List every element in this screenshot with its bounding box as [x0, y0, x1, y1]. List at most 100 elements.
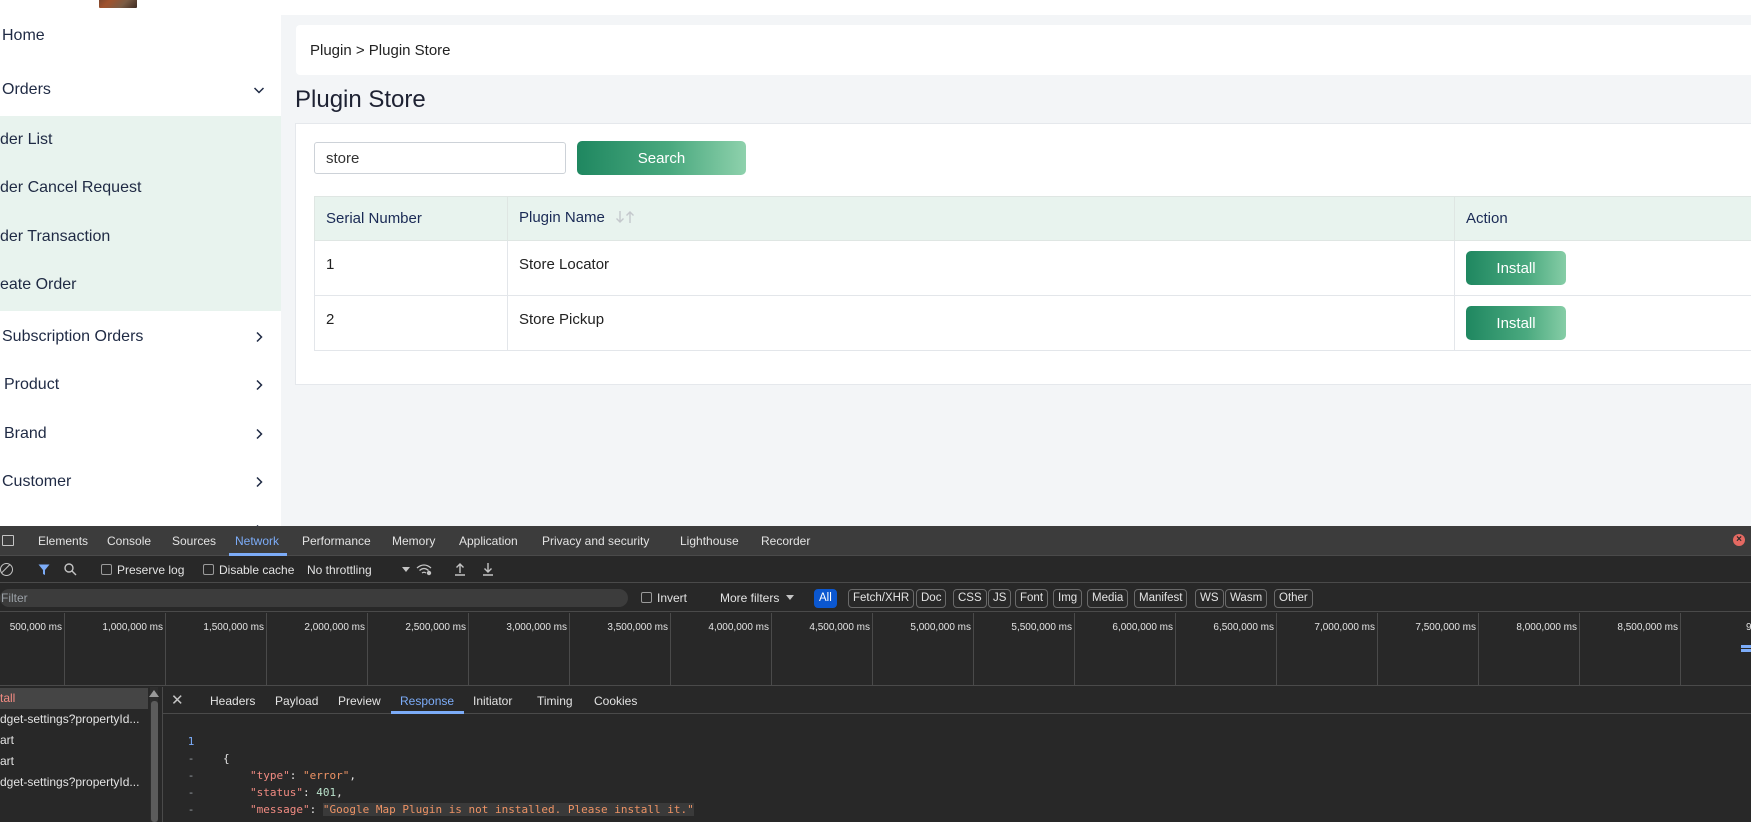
sidebar-item-label: Home	[2, 27, 45, 44]
type-filter-js[interactable]: JS	[988, 589, 1012, 608]
json-key: "message"	[250, 803, 310, 816]
tab-recorder[interactable]: Recorder	[761, 534, 810, 548]
breadcrumb-text: Plugin > Plugin Store	[310, 41, 451, 59]
chevron-down-icon	[252, 83, 266, 97]
timeline-tick-label: 5,500,000 ms	[1011, 622, 1072, 633]
tab-memory[interactable]: Memory	[392, 534, 435, 548]
tab-elements[interactable]: Elements	[38, 534, 88, 548]
request-row[interactable]: art	[0, 730, 148, 751]
column-header-plugin-name[interactable]: Plugin Name	[507, 196, 1455, 241]
json-number: 401	[316, 786, 337, 799]
install-button[interactable]: Install	[1466, 251, 1566, 285]
tab-cookies[interactable]: Cookies	[594, 694, 637, 708]
tab-performance[interactable]: Performance	[302, 534, 371, 548]
tab-timing[interactable]: Timing	[537, 694, 573, 708]
more-filters-label: More filters	[720, 591, 780, 605]
sidebar-item-subscription-orders[interactable]: Subscription Orders	[0, 315, 281, 359]
sidebar-item-brand[interactable]: Brand	[0, 412, 281, 456]
type-filter-media[interactable]: Media	[1087, 589, 1129, 608]
type-filter-doc[interactable]: Doc	[916, 589, 947, 608]
type-filter-font[interactable]: Font	[1015, 589, 1049, 608]
cell-plugin-name: Store Pickup	[507, 295, 1455, 351]
preserve-log-checkbox[interactable]: Preserve log	[101, 563, 184, 577]
timeline-tick-label: 1,000,000 ms	[102, 622, 163, 633]
table-row: 2 Store Pickup Install	[314, 295, 1751, 351]
search-icon[interactable]	[64, 563, 77, 579]
tab-preview[interactable]: Preview	[338, 694, 381, 708]
detail-tab-bar: ✕ Headers Payload Preview Response Initi…	[163, 687, 1751, 714]
type-filter-fetch-xhr[interactable]: Fetch/XHR	[848, 589, 915, 608]
sidebar-item-orders[interactable]: Orders	[0, 68, 281, 112]
request-row[interactable]: dget-settings?propertyId...	[0, 772, 148, 793]
scroll-up-arrow-icon[interactable]	[149, 690, 159, 697]
timeline-tick-label: 6,500,000 ms	[1213, 622, 1274, 633]
column-header-action: Action	[1454, 196, 1751, 241]
request-row[interactable]: tall	[0, 688, 148, 709]
scrollbar-thumb[interactable]	[151, 701, 158, 822]
sidebar-item-customer[interactable]: Customer	[0, 460, 281, 504]
line-number: -	[187, 803, 195, 816]
search-input[interactable]	[314, 142, 566, 174]
device-toolbar-icon[interactable]	[2, 535, 14, 546]
tab-console[interactable]: Console	[107, 534, 151, 548]
sidebar-item-product[interactable]: Product	[0, 363, 281, 407]
filter-bar: Filter Invert More filters All Fetch/XHR…	[0, 584, 1751, 612]
clear-icon[interactable]	[0, 563, 13, 576]
sidebar-item-more[interactable]	[0, 508, 281, 526]
timeline-request-marker	[1741, 645, 1751, 648]
chevron-right-icon	[252, 427, 266, 441]
timeline-grid-line	[872, 613, 873, 686]
export-har-icon[interactable]	[482, 562, 494, 579]
tab-lighthouse[interactable]: Lighthouse	[680, 534, 739, 548]
filter-input[interactable]: Filter	[0, 589, 628, 607]
dropdown-arrow-icon	[401, 567, 410, 572]
request-detail-panel: ✕ Headers Payload Preview Response Initi…	[162, 687, 1751, 822]
import-har-icon[interactable]	[454, 562, 466, 579]
network-timeline[interactable]: 500,000 ms 1,000,000 ms 1,500,000 ms 2,000,…	[0, 613, 1751, 686]
code-line: - "message": "Google Map Plugin is not i…	[163, 767, 694, 816]
install-button[interactable]: Install	[1466, 306, 1566, 340]
tab-payload[interactable]: Payload	[275, 694, 318, 708]
sidebar-item-order-cancel-request[interactable]: der Cancel Request	[0, 167, 281, 209]
request-row[interactable]: art	[0, 751, 148, 772]
tab-initiator[interactable]: Initiator	[473, 694, 512, 708]
type-filter-wasm[interactable]: Wasm	[1225, 589, 1268, 608]
more-filters-dropdown[interactable]: More filters	[720, 591, 795, 605]
response-body[interactable]: 1 { - "type": "error", - "status": 401, …	[163, 714, 1751, 822]
sidebar-item-order-transaction[interactable]: der Transaction	[0, 216, 281, 258]
type-filter-ws[interactable]: WS	[1195, 589, 1224, 608]
tab-headers[interactable]: Headers	[210, 694, 255, 708]
sidebar-item-order-list[interactable]: der List	[0, 119, 281, 161]
tab-response[interactable]: Response	[400, 694, 454, 708]
sidebar-item-label: Product	[4, 376, 60, 393]
disable-cache-checkbox[interactable]: Disable cache	[203, 563, 294, 577]
close-icon[interactable]: ✕	[171, 691, 184, 709]
type-filter-css[interactable]: CSS	[953, 589, 987, 608]
page-title: Plugin Store	[295, 86, 426, 113]
sidebar-item-create-order[interactable]: eate Order	[0, 264, 281, 306]
tab-network[interactable]: Network	[235, 534, 279, 548]
type-filter-manifest[interactable]: Manifest	[1134, 589, 1188, 608]
type-filter-other[interactable]: Other	[1274, 589, 1313, 608]
avatar[interactable]	[99, 0, 137, 8]
request-row[interactable]: dget-settings?propertyId...	[0, 709, 148, 730]
timeline-tick-label: 2,000,000 ms	[304, 622, 365, 633]
sidebar-item-home[interactable]: Home	[0, 14, 281, 58]
search-button[interactable]: Search	[577, 141, 746, 175]
type-filter-all[interactable]: All	[814, 589, 837, 608]
invert-checkbox[interactable]: Invert	[641, 591, 687, 605]
type-filter-img[interactable]: Img	[1053, 589, 1083, 608]
filter-icon[interactable]	[38, 564, 50, 579]
timeline-grid-line	[367, 613, 368, 686]
tab-sources[interactable]: Sources	[172, 534, 216, 548]
throttling-select[interactable]: No throttling	[307, 563, 410, 577]
network-conditions-icon[interactable]	[416, 563, 432, 579]
tab-privacy-and-security[interactable]: Privacy and security	[542, 534, 649, 548]
throttling-label: No throttling	[307, 563, 372, 577]
timeline-grid-line	[1377, 613, 1378, 686]
sort-icon[interactable]	[615, 210, 637, 228]
invert-label: Invert	[657, 591, 688, 605]
error-count-icon[interactable]: ×	[1733, 534, 1745, 546]
timeline-tick-label: 8,500,000 ms	[1617, 622, 1678, 633]
tab-application[interactable]: Application	[459, 534, 518, 548]
